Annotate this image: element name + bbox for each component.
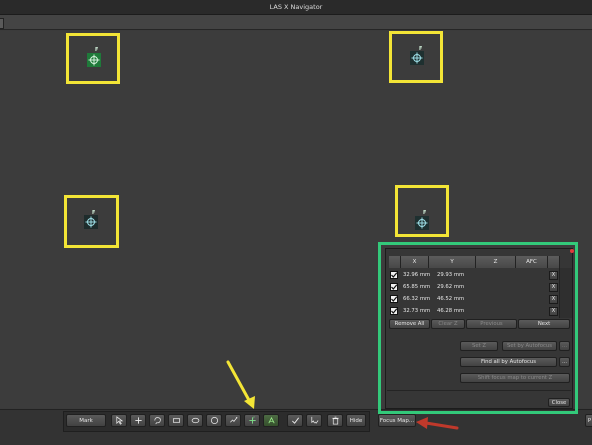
header-delete-column bbox=[548, 256, 560, 268]
clear-z-button[interactable]: Clear Z bbox=[431, 319, 465, 329]
right-panel-button[interactable]: P bbox=[585, 414, 592, 427]
checkmark-icon bbox=[391, 284, 398, 290]
row-checkbox[interactable] bbox=[390, 283, 398, 291]
row-checkbox[interactable] bbox=[390, 307, 398, 315]
header-checkbox-column bbox=[389, 256, 401, 268]
pointer-icon bbox=[115, 416, 123, 425]
find-all-by-autofocus-button[interactable]: Find all by Autofocus bbox=[460, 357, 557, 367]
plus-icon bbox=[134, 417, 142, 424]
previous-button[interactable]: Previous bbox=[466, 319, 517, 329]
checkmark-icon bbox=[391, 272, 398, 278]
row-checkbox[interactable] bbox=[390, 271, 398, 279]
delete-row-button[interactable]: X bbox=[549, 307, 558, 316]
remove-all-button[interactable]: Remove All bbox=[389, 319, 430, 329]
cell-y: 29.93 mm bbox=[437, 272, 465, 278]
cell-y: 29.62 mm bbox=[437, 284, 465, 290]
top-toolbar-strip bbox=[0, 15, 592, 30]
checkmark-icon bbox=[391, 296, 398, 302]
svg-text:F: F bbox=[253, 416, 255, 420]
find-all-options-button[interactable]: ... bbox=[559, 357, 570, 367]
lasso-icon bbox=[153, 417, 161, 425]
mark-button[interactable]: Mark bbox=[66, 414, 106, 427]
focus-map-button[interactable]: Focus Map... bbox=[378, 414, 416, 427]
focus-point-label: F bbox=[92, 210, 96, 216]
delete-button[interactable] bbox=[327, 414, 343, 427]
trash-icon bbox=[331, 416, 339, 425]
circle-tool-button[interactable] bbox=[206, 414, 222, 427]
delete-row-button[interactable]: X bbox=[549, 295, 558, 304]
column-header-y: Y bbox=[429, 256, 476, 268]
hide-button[interactable]: Hide bbox=[346, 414, 366, 427]
yellow-arrow-annotation bbox=[226, 360, 255, 409]
focus-point-label: F bbox=[419, 46, 423, 52]
pointer-check-button[interactable] bbox=[306, 414, 322, 427]
row-checkbox[interactable] bbox=[390, 295, 398, 303]
spiral-icon bbox=[229, 417, 237, 423]
position-marker-3[interactable] bbox=[84, 215, 98, 229]
next-button[interactable]: Next bbox=[518, 319, 570, 329]
position-marker-1[interactable] bbox=[87, 53, 101, 67]
position-marker-4[interactable] bbox=[415, 216, 429, 230]
delete-row-button[interactable]: X bbox=[549, 271, 558, 280]
focus-point-label: F bbox=[423, 210, 427, 216]
close-button[interactable]: Close bbox=[548, 398, 570, 407]
cell-x: 66.32 mm bbox=[403, 296, 431, 302]
table-scrollbar[interactable] bbox=[559, 268, 572, 318]
set-by-autofocus-button[interactable]: Set by Autofocus bbox=[502, 341, 557, 351]
auto-focus-points-button[interactable] bbox=[263, 414, 279, 427]
checkmark-icon bbox=[291, 417, 299, 424]
rectangle-tool-button[interactable] bbox=[168, 414, 184, 427]
focus-point-label: F bbox=[95, 47, 99, 53]
select-tool-button[interactable] bbox=[111, 414, 127, 427]
panel-divider bbox=[387, 390, 571, 391]
column-header-afc: AFC bbox=[516, 256, 548, 268]
crosshair-icon bbox=[88, 54, 100, 66]
red-arrow-annotation bbox=[416, 417, 459, 430]
toolbar-expand-button[interactable] bbox=[0, 18, 4, 29]
cell-y: 46.28 mm bbox=[437, 308, 465, 314]
add-point-button[interactable] bbox=[130, 414, 146, 427]
ellipse-icon bbox=[191, 417, 199, 424]
autofocus-options-button[interactable]: ... bbox=[559, 341, 570, 351]
focus-point-icon: F bbox=[248, 416, 256, 424]
checkmark-icon bbox=[391, 308, 398, 314]
spiral-tool-button[interactable] bbox=[225, 414, 241, 427]
lasso-tool-button[interactable] bbox=[149, 414, 165, 427]
crosshair-icon bbox=[411, 52, 423, 64]
position-marker-2[interactable] bbox=[410, 51, 424, 65]
rectangle-icon bbox=[172, 418, 180, 423]
checkmark-tool-button[interactable] bbox=[287, 414, 303, 427]
shift-focus-map-button[interactable]: Shift focus map to current Z bbox=[460, 373, 570, 383]
delete-row-button[interactable]: X bbox=[549, 283, 558, 292]
column-header-x: X bbox=[401, 256, 429, 268]
cell-x: 65.85 mm bbox=[403, 284, 431, 290]
panel-close-dot-icon[interactable] bbox=[570, 249, 574, 253]
auto-focus-icon bbox=[267, 416, 275, 424]
crosshair-icon bbox=[416, 217, 428, 229]
cell-y: 46.52 mm bbox=[437, 296, 465, 302]
set-z-button[interactable]: Set Z bbox=[460, 341, 498, 351]
cell-x: 32.96 mm bbox=[403, 272, 431, 278]
pointer-check-icon bbox=[310, 416, 318, 424]
cell-x: 32.73 mm bbox=[403, 308, 431, 314]
column-header-z: Z bbox=[476, 256, 516, 268]
circle-icon bbox=[210, 416, 218, 425]
ellipse-tool-button[interactable] bbox=[187, 414, 203, 427]
crosshair-icon bbox=[85, 216, 97, 228]
focus-point-tool-button[interactable]: F bbox=[244, 414, 260, 427]
window-title: LAS X Navigator bbox=[269, 3, 323, 11]
